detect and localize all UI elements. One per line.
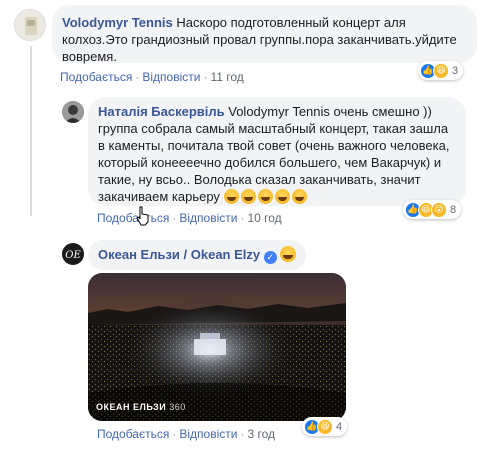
avatar[interactable] — [62, 101, 84, 123]
laughing-emoji — [274, 189, 290, 204]
laughing-emoji — [223, 189, 239, 204]
comment-timestamp[interactable]: 3 год — [247, 427, 275, 441]
like-button[interactable]: Подобається — [97, 211, 169, 225]
thread-line — [30, 46, 32, 216]
like-button[interactable]: Подобається — [97, 427, 169, 441]
emoji-group — [223, 189, 309, 204]
like-button[interactable]: Подобається — [60, 70, 132, 84]
haha-icon: 😆 — [433, 62, 449, 79]
reaction-summary[interactable]: 👍 😆 😮 8 — [403, 200, 462, 219]
mention[interactable]: Volodymyr Tennis — [228, 104, 330, 119]
laughing-emoji — [291, 189, 307, 204]
wow-icon: 😮 — [431, 201, 447, 218]
comment-actions: Подобається · Відповісти · 11 год — [60, 70, 244, 84]
avatar[interactable]: OE — [62, 243, 84, 265]
reply-button[interactable]: Відповісти — [179, 427, 237, 441]
comment-timestamp[interactable]: 10 год — [247, 211, 281, 225]
image-caption-suffix: 360 — [169, 402, 186, 412]
comment-actions: Подобається · Відповісти · 10 год — [97, 211, 282, 225]
reply-button[interactable]: Відповісти — [179, 211, 237, 225]
laughing-emoji — [257, 189, 273, 204]
reaction-summary[interactable]: 👍 😆 4 — [302, 417, 348, 436]
laughing-emoji — [240, 189, 256, 204]
reaction-count: 8 — [450, 203, 457, 216]
smile-emoji — [280, 246, 297, 262]
comment-bubble: Наталія Баскервіль Volodymyr Tennis очен… — [88, 97, 466, 206]
comment-bubble: Океан Ельзи / Okean Elzy ✓ — [88, 240, 306, 270]
reaction-count: 4 — [336, 420, 343, 433]
comment-author[interactable]: Наталія Баскервіль — [98, 104, 225, 119]
cursor-icon — [136, 206, 149, 226]
comment-bubble: Volodymyr Tennis Наскоро подготовленный … — [52, 5, 477, 64]
image-caption: ОКЕАН ЕЛЬЗИ — [96, 402, 167, 412]
reaction-count: 3 — [452, 64, 459, 77]
reaction-summary[interactable]: 👍 😆 3 — [418, 61, 464, 80]
verified-badge-icon: ✓ — [263, 251, 277, 264]
comment-author[interactable]: Океан Ельзи / Okean Elzy — [98, 247, 260, 262]
haha-icon: 😆 — [317, 418, 333, 435]
svg-text:OE: OE — [65, 250, 81, 261]
reply-button[interactable]: Відповісти — [142, 70, 200, 84]
avatar[interactable] — [14, 9, 46, 41]
attached-image[interactable]: ОКЕАН ЕЛЬЗИ 360 — [88, 273, 346, 421]
comment-author[interactable]: Volodymyr Tennis — [62, 15, 173, 30]
comment-timestamp[interactable]: 11 год — [210, 70, 243, 84]
comment-actions: Подобається · Відповісти · 3 год — [97, 427, 275, 441]
